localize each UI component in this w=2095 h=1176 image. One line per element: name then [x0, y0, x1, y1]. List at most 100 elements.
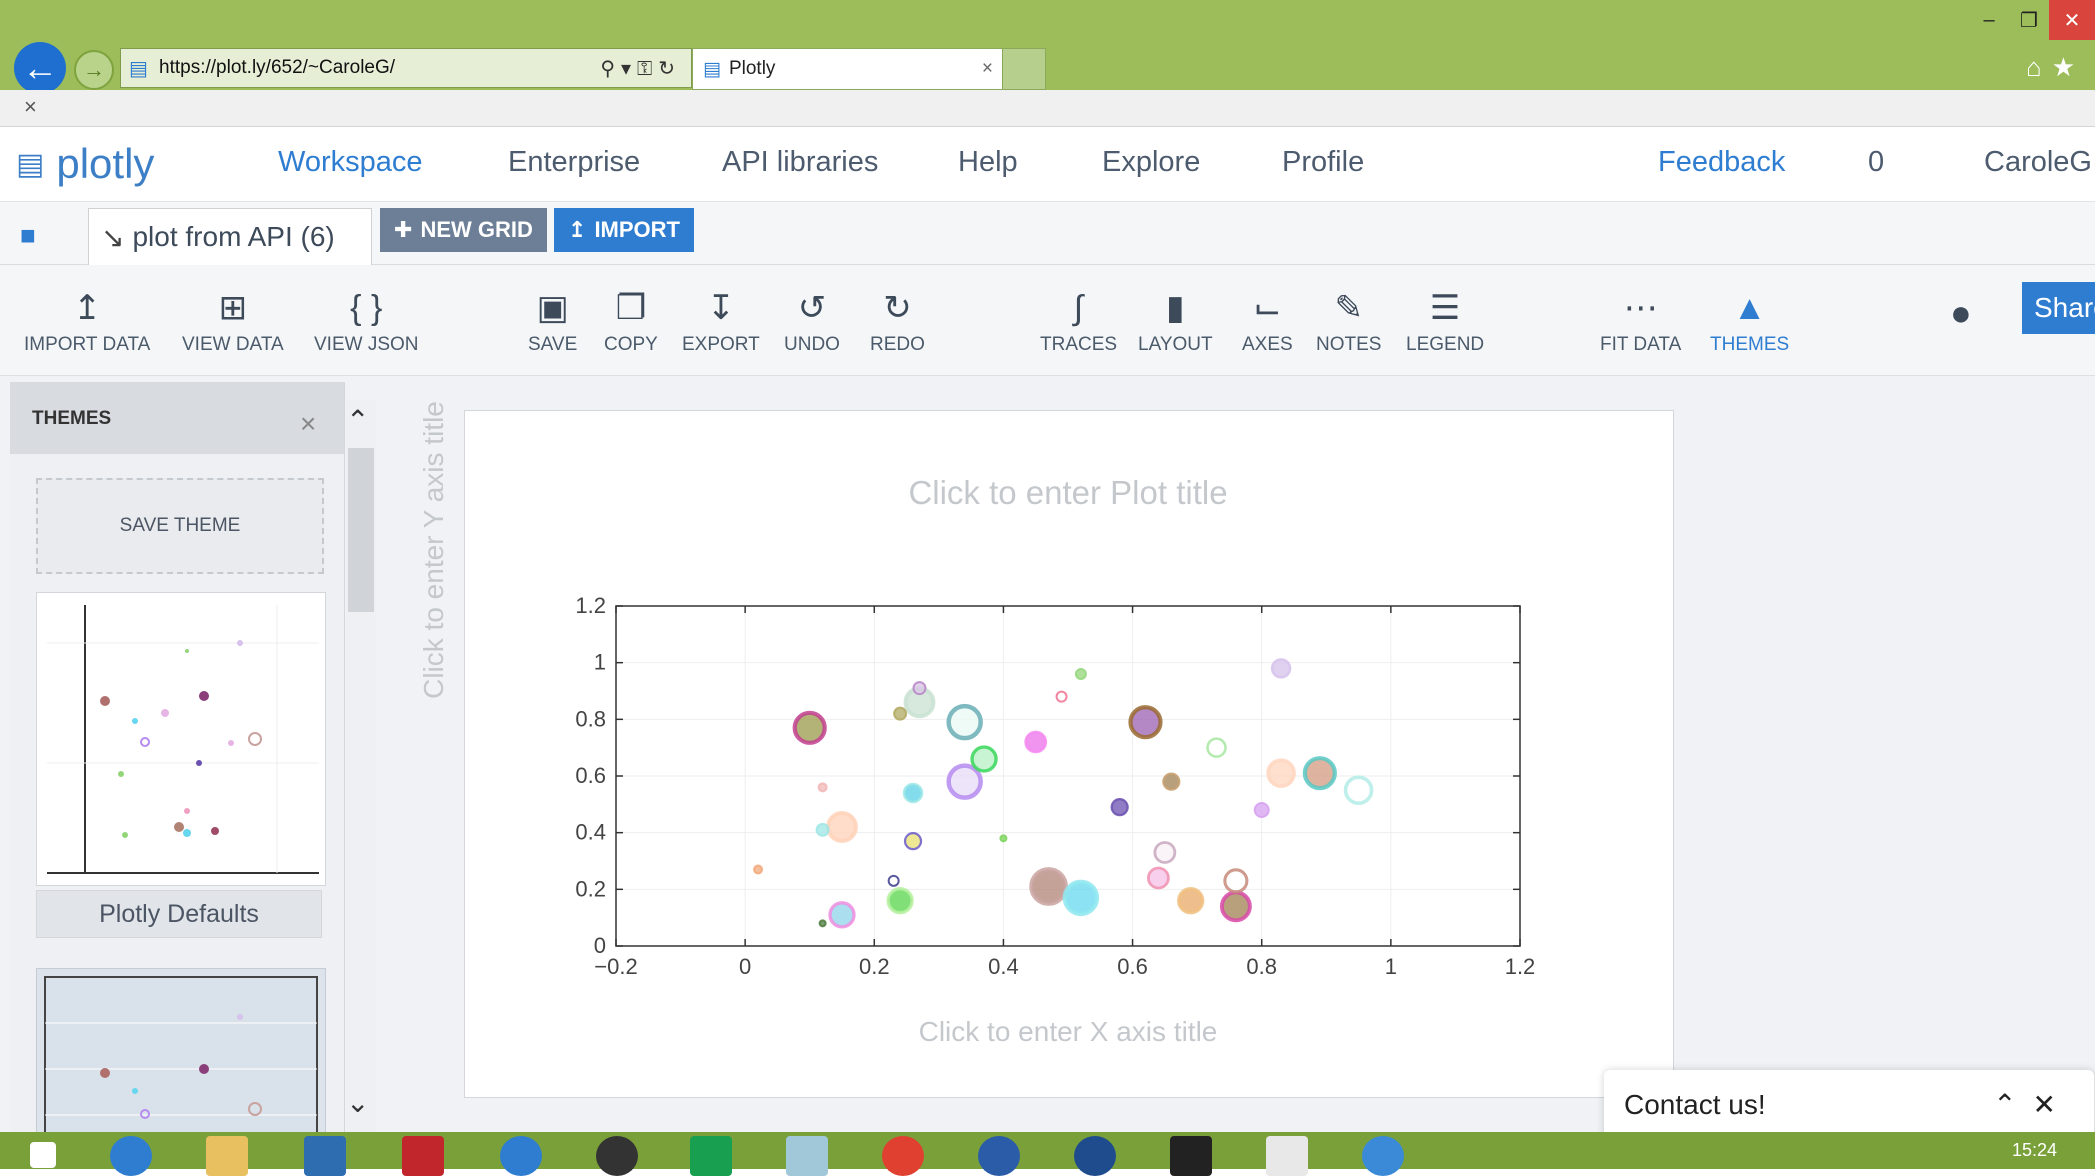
import-data-tool[interactable]: ↥ IMPORT DATA [24, 288, 150, 356]
user-menu[interactable]: CaroleG [1984, 146, 2092, 179]
share-button[interactable]: Share [2022, 282, 2095, 334]
power-app-icon[interactable] [402, 1136, 444, 1176]
scatter-point [1110, 798, 1129, 817]
browser-tab[interactable]: ▤ Plotly × [692, 48, 1004, 90]
internet-explorer-icon[interactable] [1362, 1136, 1404, 1176]
close-window-button[interactable]: ✕ [2049, 0, 2095, 40]
plotly-logo[interactable]: ▤ plotly [16, 140, 154, 188]
chevron-up-icon[interactable]: ⌃ [346, 404, 369, 437]
save-tool[interactable]: ▣ SAVE [528, 288, 577, 356]
window-controls: – ❐ ✕ [1969, 0, 2095, 40]
close-bar-icon[interactable]: × [24, 94, 37, 120]
minimize-button[interactable]: – [1969, 0, 2009, 40]
back-arrow-icon[interactable]: ← [14, 42, 66, 94]
camera-app-icon[interactable] [596, 1136, 638, 1176]
notification-count[interactable]: 0 [1868, 146, 1884, 179]
axes-tool[interactable]: ⌙ AXES [1242, 288, 1293, 356]
nav-workspace[interactable]: Workspace [278, 146, 423, 179]
theme-label-plotly-defaults[interactable]: Plotly Defaults [36, 890, 322, 938]
scatter-point [1223, 868, 1249, 894]
redo-tool[interactable]: ↻ REDO [870, 288, 925, 356]
new-grid-button[interactable]: ✚ NEW GRID [380, 208, 547, 252]
traces-tool[interactable]: ∫ TRACES [1040, 288, 1117, 356]
scatter-point [1219, 890, 1252, 923]
chart-bars-icon: ▤ [703, 58, 721, 80]
chevron-down-icon[interactable]: ⌄ [346, 1086, 369, 1119]
app-icon-8[interactable] [786, 1136, 828, 1176]
scatter-point [1024, 730, 1048, 754]
contact-controls-icon[interactable]: ⌃✕ [1993, 1088, 2072, 1121]
nav-help[interactable]: Help [958, 146, 1018, 179]
scatter-point [828, 901, 856, 929]
app-d-icon[interactable] [110, 1136, 152, 1176]
nav-explore[interactable]: Explore [1102, 146, 1200, 179]
nav-api-libraries[interactable]: API libraries [722, 146, 878, 179]
theme-preview-second[interactable] [36, 968, 326, 1140]
legend-tool[interactable]: ☰ LEGEND [1406, 288, 1484, 356]
home-star-icons[interactable]: ⌂★ [2026, 52, 2085, 83]
scatter-chart[interactable]: −0.2 0 0.2 0.4 0.6 0.8 1 1.200.20.40.60.811.2 [560, 590, 1560, 990]
logo-bars-icon: ▤ [16, 147, 45, 181]
feedback-link[interactable]: Feedback [1658, 146, 1785, 179]
scatter-point [1177, 886, 1205, 915]
file-tab[interactable]: ↘ plot from API (6) [88, 208, 372, 265]
download-icon: ↧ [706, 289, 736, 327]
terminal-icon[interactable] [1170, 1136, 1212, 1176]
folder-icon[interactable]: ■ [20, 220, 56, 250]
app-icon-13[interactable] [1266, 1136, 1308, 1176]
app-icon-3[interactable] [304, 1136, 346, 1176]
copy-label: COPY [604, 334, 658, 355]
axes-label: AXES [1242, 334, 1293, 355]
undo-tool[interactable]: ↺ UNDO [784, 288, 840, 356]
scatter-point [999, 834, 1008, 843]
scatter-point [1253, 802, 1270, 818]
contact-widget[interactable]: Contact us! ⌃✕ [1604, 1070, 2094, 1140]
scatter-point [970, 745, 998, 773]
x-tick-label: 0 [739, 954, 751, 979]
scatter-point [1302, 756, 1337, 791]
themes-close-icon[interactable]: × [300, 408, 316, 440]
windows-start-icon[interactable] [30, 1142, 56, 1168]
r-app-icon[interactable] [978, 1136, 1020, 1176]
view-json-tool[interactable]: { } VIEW JSON [314, 288, 419, 356]
plot-title-placeholder[interactable]: Click to enter Plot title [464, 474, 1672, 512]
x-tick-label: 0.6 [1117, 954, 1148, 979]
notes-tool[interactable]: ✎ NOTES [1316, 288, 1381, 356]
fit-data-tool[interactable]: ⋯ FIT DATA [1600, 288, 1681, 356]
nav-enterprise[interactable]: Enterprise [508, 146, 640, 179]
x-axis-title-placeholder[interactable]: Click to enter X axis title [464, 1016, 1672, 1048]
folder-app-icon[interactable] [206, 1136, 248, 1176]
notes-label: NOTES [1316, 334, 1382, 355]
address-bar[interactable]: ▤ https://plot.ly/652/~CaroleG/ ⚲▾⚿↻ [120, 48, 692, 88]
new-tab-button[interactable] [1002, 48, 1046, 90]
scatter-point [753, 864, 764, 875]
y-tick-label: 0.2 [575, 876, 606, 901]
nav-profile[interactable]: Profile [1282, 146, 1364, 179]
y-tick-label: 0.8 [575, 706, 606, 731]
scrollbar-thumb[interactable] [348, 448, 374, 612]
copy-tool[interactable]: ❐ COPY [604, 288, 658, 356]
export-tool[interactable]: ↧ EXPORT [682, 288, 760, 356]
themes-tool[interactable]: ▲ THEMES [1710, 288, 1789, 356]
theme-preview-plotly-defaults[interactable] [36, 592, 326, 886]
scatter-point [815, 822, 830, 837]
comment-icon[interactable]: ● [1950, 292, 1972, 334]
restore-button[interactable]: ❐ [2009, 0, 2049, 40]
line-chart-icon: ↘ [101, 221, 125, 253]
chrome-icon[interactable] [882, 1136, 924, 1176]
y-axis-title-placeholder[interactable]: Click to enter Y axis title [418, 340, 450, 760]
axes-icon: ⌙ [1253, 289, 1282, 327]
upload-icon: ↥ [568, 217, 587, 242]
save-theme-button[interactable]: SAVE THEME [36, 478, 324, 574]
upload-icon: ↥ [72, 289, 102, 327]
import-button[interactable]: ↥ IMPORT [554, 208, 694, 252]
app-icon-11[interactable] [1074, 1136, 1116, 1176]
forward-arrow-icon[interactable]: → [74, 50, 114, 90]
view-data-tool[interactable]: ⊞ VIEW DATA [182, 288, 284, 356]
layout-tool[interactable]: ▮ LAYOUT [1138, 288, 1213, 356]
tab-close-icon[interactable]: × [982, 58, 993, 80]
paint-roller-icon: ▲ [1732, 289, 1767, 327]
app-icon-5[interactable] [500, 1136, 542, 1176]
search-lock-refresh-icon[interactable]: ⚲▾⚿↻ [600, 56, 681, 81]
store-app-icon[interactable] [690, 1136, 732, 1176]
